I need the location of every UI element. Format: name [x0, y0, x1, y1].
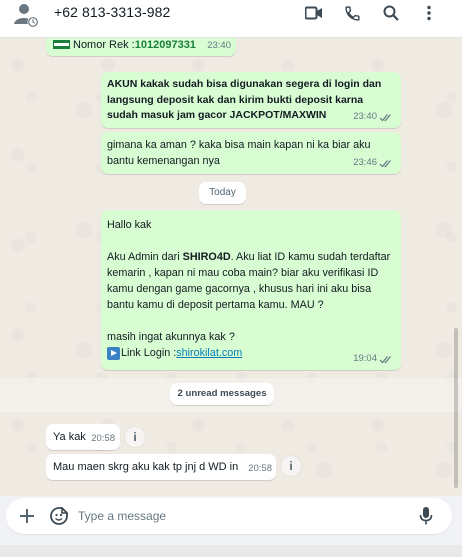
message-bubble-outgoing[interactable]: Hallo kak Aku Admin dari SHIRO4D. Aku li…	[101, 210, 401, 370]
account-label: Nomor Rek	[73, 39, 129, 51]
link-label: Link Login :	[121, 347, 177, 359]
unread-messages-label: 2 unread messages	[170, 383, 274, 405]
menu-icon[interactable]	[418, 2, 440, 24]
message-text: Ya kak	[53, 431, 86, 443]
message-input[interactable]	[78, 506, 398, 526]
message-bubble-outgoing[interactable]: gimana ka aman ? kaka bisa main kapan ni…	[101, 132, 401, 174]
mic-icon[interactable]	[418, 506, 434, 526]
avatar-icon[interactable]	[8, 0, 42, 30]
plus-icon[interactable]	[18, 507, 36, 525]
chat-area[interactable]: Nomor Rek :1012097331 23:40 AKUN kakak s…	[0, 38, 462, 496]
message-bubble-outgoing[interactable]: Nomor Rek :1012097331 23:40	[46, 38, 236, 56]
info-icon[interactable]: i	[125, 427, 145, 447]
message-time: 20:58	[248, 463, 272, 474]
message-text: gimana ka aman ? kaka bisa main kapan ni…	[107, 139, 371, 167]
message-composer	[6, 498, 452, 534]
sticker-icon[interactable]	[49, 506, 69, 526]
message-text: Mau maen skrg aku kak tp jnj d WD in	[53, 461, 239, 473]
scrollbar[interactable]	[454, 328, 458, 488]
account-number: 1012097331	[134, 39, 196, 51]
info-icon[interactable]: i	[281, 456, 301, 476]
search-icon[interactable]	[380, 2, 402, 24]
chat-header: +62 813-3313-982	[0, 0, 462, 38]
flag-icon	[53, 40, 70, 49]
read-ticks-icon	[379, 159, 391, 167]
message-time: 20:58	[91, 433, 115, 444]
message-time: 23:40	[207, 40, 231, 51]
message-bubble-incoming[interactable]: Ya kak 20:58	[46, 424, 120, 450]
voice-call-icon[interactable]	[341, 2, 363, 24]
message-text: masih ingat akunnya kak ?	[107, 331, 235, 343]
message-greeting: Hallo kak	[107, 219, 152, 231]
play-button-icon	[107, 346, 120, 360]
message-bubble-incoming[interactable]: Mau maen skrg aku kak tp jnj d WD in 20:…	[46, 454, 276, 480]
date-separator: Today	[199, 182, 246, 204]
read-ticks-icon	[379, 113, 391, 121]
message-text: Aku Admin dari	[107, 251, 183, 263]
message-status: 23:46	[353, 155, 393, 171]
brand-name: SHIRO4D	[182, 251, 231, 263]
video-call-icon[interactable]	[303, 2, 325, 24]
message-status: 23:40	[353, 109, 393, 125]
login-link[interactable]: shirokilat.com	[176, 345, 242, 361]
message-status: 19:04	[353, 351, 393, 367]
message-text: AKUN kakak sudah bisa digunakan segera d…	[107, 78, 382, 121]
window-bottom-edge	[0, 545, 462, 557]
contact-name[interactable]: +62 813-3313-982	[54, 4, 170, 20]
message-bubble-outgoing[interactable]: AKUN kakak sudah bisa digunakan segera d…	[101, 72, 401, 128]
read-ticks-icon	[379, 355, 391, 363]
